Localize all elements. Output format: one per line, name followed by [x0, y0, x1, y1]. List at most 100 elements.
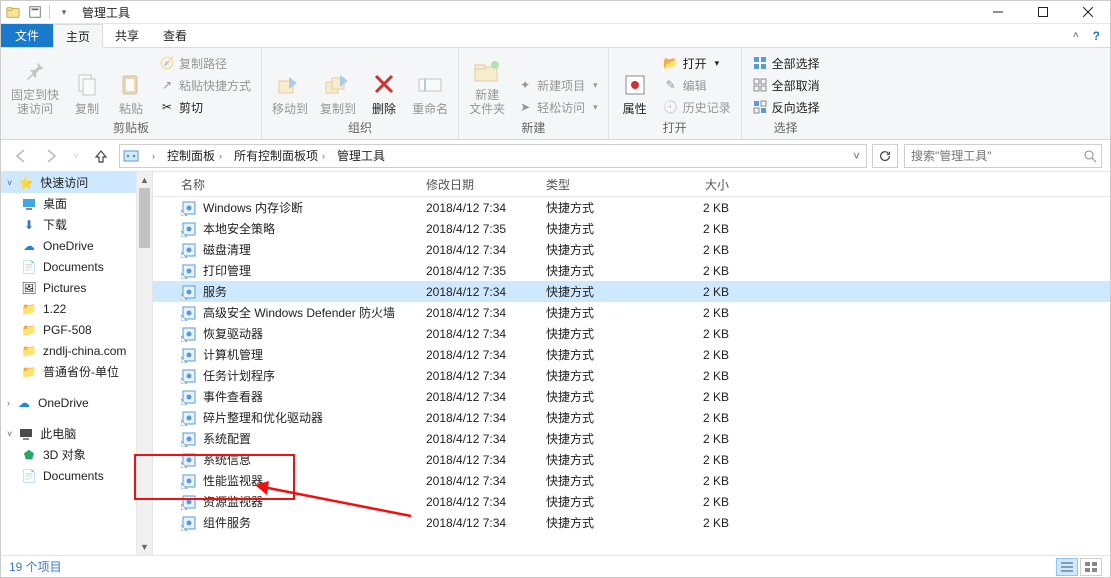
nav-back-button[interactable] [9, 144, 33, 168]
list-item[interactable]: 高级安全 Windows Defender 防火墙2018/4/12 7:34快… [153, 302, 1110, 323]
nav-3d-objects[interactable]: ⬟3D 对象 [1, 444, 152, 465]
nav-up-button[interactable] [89, 144, 113, 168]
list-item[interactable]: 计算机管理2018/4/12 7:34快捷方式2 KB [153, 344, 1110, 365]
item-name: 任务计划程序 [203, 367, 414, 384]
search-icon[interactable] [1083, 149, 1097, 163]
history-button[interactable]: 🕘历史记录 [659, 97, 735, 117]
tab-view[interactable]: 查看 [151, 24, 199, 47]
list-item[interactable]: 打印管理2018/4/12 7:35快捷方式2 KB [153, 260, 1110, 281]
open-icon: 📂 [663, 55, 679, 71]
shortcut-file-icon [181, 284, 197, 300]
tab-home[interactable]: 主页 [53, 24, 103, 48]
shortcut-file-icon [181, 200, 197, 216]
list-item[interactable]: 恢复驱动器2018/4/12 7:34快捷方式2 KB [153, 323, 1110, 344]
new-folder-icon [471, 55, 503, 87]
open-button[interactable]: 📂打开▾ [659, 53, 735, 73]
nav-onedrive-qa[interactable]: ☁OneDrive [1, 235, 152, 256]
close-button[interactable] [1065, 1, 1110, 23]
nav-onedrive-root[interactable]: ›☁OneDrive [1, 392, 152, 413]
list-item[interactable]: 任务计划程序2018/4/12 7:34快捷方式2 KB [153, 365, 1110, 386]
list-item[interactable]: 系统配置2018/4/12 7:34快捷方式2 KB [153, 428, 1110, 449]
col-type[interactable]: 类型 [540, 176, 650, 193]
list-item[interactable]: 服务2018/4/12 7:34快捷方式2 KB [153, 281, 1110, 302]
col-size[interactable]: 大小 [650, 176, 735, 193]
item-date: 2018/4/12 7:34 [420, 495, 540, 509]
breadcrumb-dropdown-icon[interactable]: ˅ [847, 149, 866, 163]
item-date: 2018/4/12 7:34 [420, 348, 540, 362]
search-input[interactable] [909, 148, 1083, 164]
list-item[interactable]: Windows 内存诊断2018/4/12 7:34快捷方式2 KB [153, 197, 1110, 218]
scroll-up-icon[interactable]: ▲ [137, 172, 152, 188]
list-item[interactable]: 磁盘清理2018/4/12 7:34快捷方式2 KB [153, 239, 1110, 260]
nav-forward-button[interactable] [39, 144, 63, 168]
tab-share[interactable]: 共享 [103, 24, 151, 47]
shortcut-file-icon [181, 410, 197, 426]
list-item[interactable]: 碎片整理和优化驱动器2018/4/12 7:34快捷方式2 KB [153, 407, 1110, 428]
list-item[interactable]: 资源监视器2018/4/12 7:34快捷方式2 KB [153, 491, 1110, 512]
select-all-button[interactable]: 全部选择 [748, 53, 824, 73]
refresh-button[interactable] [872, 144, 898, 168]
invert-selection-button[interactable]: 反向选择 [748, 97, 824, 117]
minimize-button[interactable] [975, 1, 1020, 23]
help-icon[interactable]: ? [1093, 29, 1100, 43]
edit-button[interactable]: ✎编辑 [659, 75, 735, 95]
copy-to-button[interactable]: 复制到 [316, 51, 360, 117]
separator [49, 5, 50, 19]
delete-button[interactable]: 删除 [364, 51, 404, 117]
nav-recent-button[interactable]: ˅ [69, 144, 83, 168]
nav-pictures[interactable]: 🖼Pictures [1, 277, 152, 298]
cut-button[interactable]: ✂剪切 [155, 97, 255, 117]
nav-folder-zndlj[interactable]: 📁zndlj-china.com [1, 340, 152, 361]
easy-access-button[interactable]: ➤轻松访问▾ [513, 97, 602, 117]
rename-button[interactable]: 重命名 [408, 51, 452, 117]
nav-desktop[interactable]: 桌面 [1, 193, 152, 214]
paste-shortcut-button[interactable]: ↗粘贴快捷方式 [155, 75, 255, 95]
view-details-button[interactable] [1056, 558, 1078, 576]
nav-folder-122[interactable]: 📁1.22 [1, 298, 152, 319]
crumb-control-panel[interactable]: 控制面板› [161, 145, 228, 167]
list-item[interactable]: 组件服务2018/4/12 7:34快捷方式2 KB [153, 512, 1110, 533]
nav-documents-pc[interactable]: 📄Documents [1, 465, 152, 486]
properties-qat-icon[interactable] [27, 4, 43, 20]
nav-scrollbar[interactable]: ▲ ▼ [136, 172, 152, 555]
crumb-all-items[interactable]: 所有控制面板项› [228, 145, 331, 167]
crumb-root-chevron[interactable]: › [142, 145, 161, 167]
nav-documents-qa[interactable]: 📄Documents [1, 256, 152, 277]
breadcrumb[interactable]: › 控制面板› 所有控制面板项› 管理工具 ˅ [119, 144, 867, 168]
properties-button[interactable]: 属性 [615, 51, 655, 117]
view-thumbnails-button[interactable] [1080, 558, 1102, 576]
item-date: 2018/4/12 7:34 [420, 411, 540, 425]
nav-quick-access[interactable]: ˅ ⭐ 快速访问 [1, 172, 152, 193]
ribbon-collapse-icon[interactable]: ˄ [1073, 30, 1079, 41]
group-label-clipboard: 剪贴板 [7, 117, 255, 139]
col-date[interactable]: 修改日期 [420, 176, 540, 193]
copy-path-button[interactable]: 🧭复制路径 [155, 53, 255, 73]
scroll-thumb[interactable] [139, 188, 150, 248]
nav-this-pc[interactable]: ˅此电脑 [1, 423, 152, 444]
list-item[interactable]: 本地安全策略2018/4/12 7:35快捷方式2 KB [153, 218, 1110, 239]
item-date: 2018/4/12 7:34 [420, 327, 540, 341]
copy-button[interactable]: 复制 [67, 51, 107, 117]
select-none-button[interactable]: 全部取消 [748, 75, 824, 95]
ribbon-body: 固定到快 速访问 复制 粘贴 🧭复制路径 ↗粘贴快捷方式 ✂剪切 剪贴板 移动到 [1, 48, 1110, 140]
item-name: 服务 [203, 283, 414, 300]
explorer-app-icon [5, 4, 21, 20]
pin-quick-access-button[interactable]: 固定到快 速访问 [7, 51, 63, 117]
list-item[interactable]: 系统信息2018/4/12 7:34快捷方式2 KB [153, 449, 1110, 470]
crumb-admin-tools[interactable]: 管理工具 [331, 145, 391, 167]
nav-downloads[interactable]: ⬇下载 [1, 214, 152, 235]
new-item-button[interactable]: ✦新建项目▾ [513, 75, 602, 95]
col-name[interactable]: 名称 [175, 176, 420, 193]
search-box[interactable] [904, 144, 1102, 168]
scroll-down-icon[interactable]: ▼ [137, 539, 152, 555]
list-item[interactable]: 性能监视器2018/4/12 7:34快捷方式2 KB [153, 470, 1110, 491]
maximize-button[interactable] [1020, 1, 1065, 23]
move-to-button[interactable]: 移动到 [268, 51, 312, 117]
nav-folder-pgf508[interactable]: 📁PGF-508 [1, 319, 152, 340]
paste-button[interactable]: 粘贴 [111, 51, 151, 117]
new-folder-button[interactable]: 新建 文件夹 [465, 51, 509, 117]
nav-folder-ptsf[interactable]: 📁普通省份-单位 [1, 361, 152, 382]
list-item[interactable]: 事件查看器2018/4/12 7:34快捷方式2 KB [153, 386, 1110, 407]
qat-dropdown-icon[interactable]: ▾ [56, 4, 72, 20]
tab-file[interactable]: 文件 [1, 24, 53, 47]
